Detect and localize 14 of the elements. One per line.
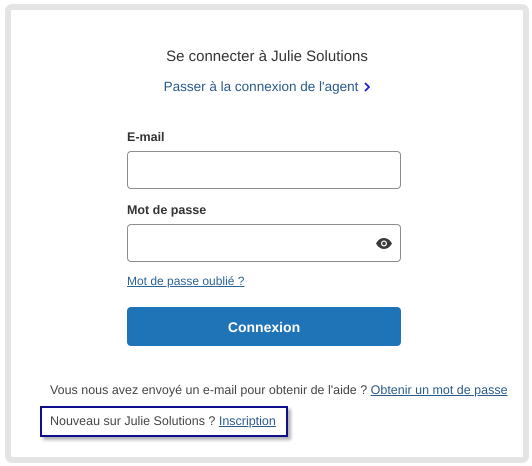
login-title: Se connecter à Julie Solutions [165, 48, 369, 66]
email-field[interactable] [127, 151, 401, 189]
get-password-link[interactable]: Obtenir un mot de passe [370, 383, 508, 397]
field-label: E-mail [127, 129, 166, 145]
login-button[interactable]: Connexion [127, 307, 401, 346]
eye-icon[interactable] [376, 238, 392, 248]
help-text: Nouveau sur Julie Solutions ? Inscription [50, 413, 276, 429]
chevron-icon [364, 82, 370, 92]
password-field[interactable] [127, 224, 401, 262]
forgot-password-link[interactable]: Mot de passe oublié ? [127, 274, 244, 289]
field-label: Mot de passe [127, 202, 208, 218]
signup-link[interactable]: Inscription [218, 414, 276, 428]
agent-login-link[interactable]: Passer à la connexion de l'agent [164, 78, 370, 95]
help-text: Vous nous avez envoyé un e-mail pour obtenir de l'aide ? Obtenir un mot de passe [50, 382, 508, 398]
